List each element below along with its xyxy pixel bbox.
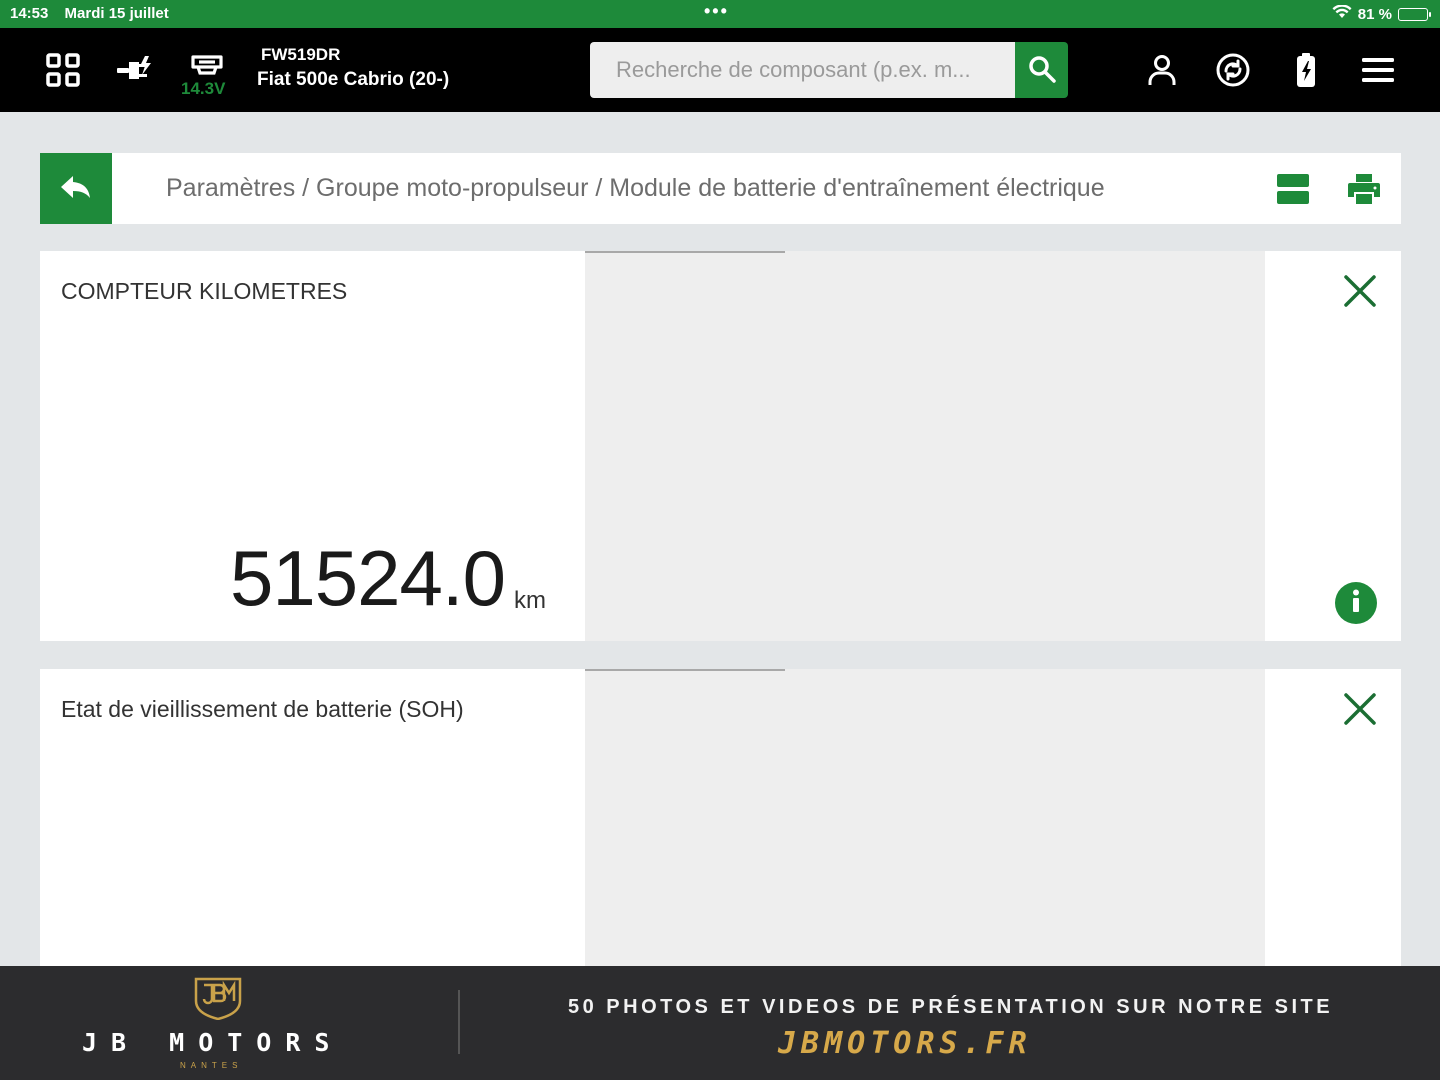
connector-icon[interactable] [113, 48, 157, 92]
battery-icon [1398, 7, 1431, 21]
banner-divider [458, 990, 460, 1054]
battery-charge-icon[interactable] [1284, 48, 1328, 92]
wifi-icon [1332, 4, 1352, 23]
battery-percent: 81 % [1357, 5, 1392, 23]
close-icon [1343, 692, 1377, 731]
value-unit: km [513, 587, 546, 614]
status-bar: 14:53 Mardi 15 juillet ••• 81 % [0, 0, 1440, 28]
battery-soh-card: Etat de vieillissement de batterie (SOH) [40, 669, 1401, 966]
info-button[interactable] [1335, 582, 1377, 624]
dealer-banner: JB MOTORS NANTES 50 PHOTOS ET VIDEOS DE … [0, 966, 1440, 1080]
voltage-readout: 14.3V [181, 79, 226, 98]
search-button[interactable] [1015, 42, 1068, 98]
vehicle-model: Fiat 500e Cabrio (20-) [257, 69, 450, 90]
sync-icon[interactable] [1211, 48, 1255, 92]
back-button[interactable] [40, 153, 112, 224]
layout-toggle-icon[interactable] [1273, 169, 1313, 209]
brand-name: JB MOTORS [82, 1028, 344, 1057]
close-button[interactable] [1340, 273, 1380, 313]
grid-icon[interactable] [41, 48, 85, 92]
status-time: 14:53 [10, 5, 49, 22]
user-icon[interactable] [1140, 48, 1184, 92]
search-input[interactable] [590, 42, 1015, 98]
top-navigation: 14.3V FW519DR Fiat 500e Cabrio (20-) [0, 28, 1440, 112]
vehicle-info[interactable]: FW519DR Fiat 500e Cabrio (20-) [257, 45, 449, 91]
menu-icon[interactable] [1356, 48, 1400, 92]
card-title: COMPTEUR KILOMETRES [61, 278, 348, 304]
search-bar [590, 42, 1068, 98]
multitask-dots[interactable]: ••• [704, 1, 729, 22]
close-button[interactable] [1340, 691, 1380, 731]
odometer-card: COMPTEUR KILOMETRES 51524.0 km [40, 251, 1401, 641]
value-display: 51524.0 km [230, 539, 546, 617]
graph-area [585, 669, 1265, 966]
vehicle-plate: FW519DR [261, 45, 341, 64]
breadcrumb-bar: Paramètres / Groupe moto-propulseur / Mo… [40, 153, 1401, 224]
status-date: Mardi 15 juillet [64, 5, 169, 22]
promo-text: 50 PHOTOS ET VIDEOS DE PRÉSENTATION SUR … [568, 996, 1334, 1018]
site-link[interactable]: JBMOTORS.FR [778, 1026, 1032, 1061]
graph-indicator [585, 669, 785, 671]
search-icon [1027, 54, 1057, 87]
print-icon[interactable] [1344, 169, 1384, 209]
info-icon [1351, 589, 1361, 618]
brand-subtitle: NANTES [180, 1061, 243, 1070]
card-title: Etat de vieillissement de batterie (SOH) [61, 696, 464, 722]
breadcrumb: Paramètres / Groupe moto-propulseur / Mo… [166, 174, 1105, 202]
graph-indicator [585, 251, 785, 253]
back-arrow-icon [59, 174, 93, 203]
jbm-shield-logo-icon [180, 976, 256, 1021]
odometer-value: 51524.0 [230, 534, 506, 622]
close-icon [1343, 274, 1377, 313]
graph-area [585, 251, 1265, 641]
